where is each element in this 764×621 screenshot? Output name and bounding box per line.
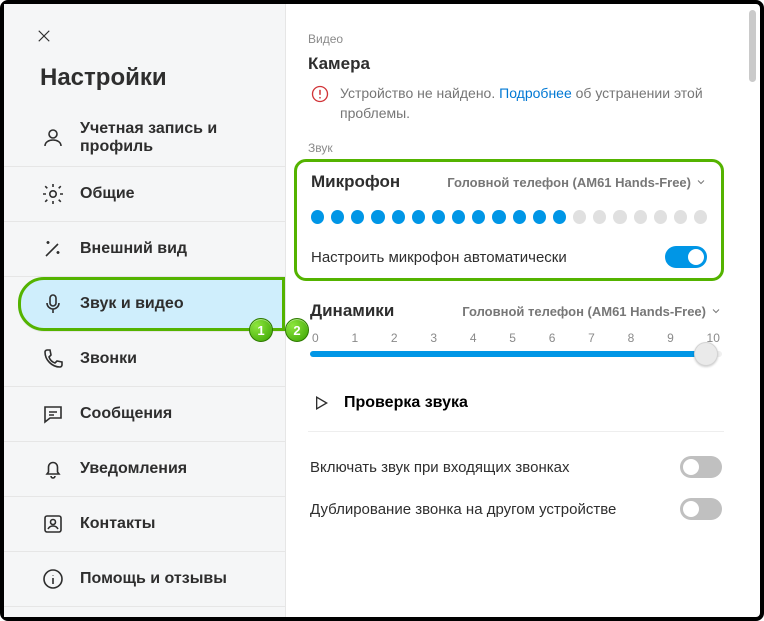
speakers-device-label: Головной телефон (AM61 Hands-Free) [462,304,706,319]
close-button[interactable] [30,22,58,50]
setting-incoming-toggle[interactable] [680,456,722,478]
mic-device-select[interactable]: Головной телефон (AM61 Hands-Free) [447,175,707,190]
close-icon [35,27,53,45]
phone-icon [40,346,66,372]
setting-duplicate-toggle[interactable] [680,498,722,520]
sidebar-item-general[interactable]: Общие [4,167,285,222]
mic-level-dot [492,210,505,224]
warning-icon [310,84,330,104]
video-section-label: Видео [308,32,724,46]
chat-icon [40,401,66,427]
scale-tick: 5 [509,331,516,345]
sidebar-item-label: Контакты [80,515,155,533]
sidebar-item-notifications[interactable]: Уведомления [4,442,285,497]
sidebar-item-label: Учетная запись и профиль [80,120,240,156]
scale-tick: 6 [549,331,556,345]
mic-level-dot [593,210,606,224]
learn-more-link[interactable]: Подробнее [499,85,572,101]
mic-level-dot [613,210,626,224]
sidebar: Настройки Учетная запись и профиль Общие… [4,4,286,617]
sound-test-label: Проверка звука [344,394,468,412]
setting-duplicate-label: Дублирование звонка на другом устройстве [310,501,616,518]
scale-tick: 4 [470,331,477,345]
chevron-down-icon [695,176,707,188]
microphone-panel: Микрофон Головной телефон (AM61 Hands-Fr… [294,159,724,281]
mic-level-dot [533,210,546,224]
slider-scale: 012345678910 [310,331,722,345]
mic-level-dot [654,210,667,224]
mic-auto-toggle[interactable] [665,246,707,268]
camera-heading: Камера [308,54,724,74]
sidebar-item-label: Сообщения [80,405,172,423]
scale-tick: 7 [588,331,595,345]
main-panel: Видео Камера Устройство не найдено. Подр… [286,4,760,617]
mic-heading: Микрофон [311,172,400,192]
mic-level-dot [432,210,445,224]
mic-level-dot [392,210,405,224]
mic-level-dot [311,210,324,224]
sidebar-item-label: Звонки [80,350,137,368]
speakers-heading: Динамики [310,301,394,321]
scale-tick: 1 [351,331,358,345]
warning-text-pre: Устройство не найдено. [340,85,499,101]
chevron-down-icon [710,305,722,317]
mic-level-dot [634,210,647,224]
speakers-volume-slider[interactable]: 012345678910 [310,331,722,357]
sidebar-item-label: Внешний вид [80,240,187,258]
user-icon [40,125,66,151]
sidebar-item-label: Общие [80,185,135,203]
mic-level-dot [371,210,384,224]
mic-level-dot [472,210,485,224]
sidebar-item-help[interactable]: Помощь и отзывы [4,552,285,607]
callout-badge-2: 2 [285,318,309,342]
mic-level-dot [553,210,566,224]
scale-tick: 3 [430,331,437,345]
sound-section-label: Звук [308,141,724,155]
mic-level-dot [513,210,526,224]
mic-device-label: Головной телефон (AM61 Hands-Free) [447,175,691,190]
sidebar-item-audio-video[interactable]: Звук и видео [18,277,285,332]
sidebar-item-contacts[interactable]: Контакты [4,497,285,552]
sidebar-item-calls[interactable]: Звонки [4,332,285,387]
mic-auto-label: Настроить микрофон автоматически [311,249,567,266]
mic-level-dot [351,210,364,224]
sound-test-button[interactable]: Проверка звука [308,375,724,432]
scale-tick: 2 [391,331,398,345]
play-icon [310,393,330,413]
mic-level-dot [331,210,344,224]
sidebar-item-label: Уведомления [80,460,187,478]
scale-tick: 0 [312,331,319,345]
mic-level-dot [412,210,425,224]
setting-incoming-label: Включать звук при входящих звонках [310,459,569,476]
contacts-icon [40,511,66,537]
slider-thumb[interactable] [694,342,718,366]
mic-level-dot [452,210,465,224]
info-icon [40,566,66,592]
scrollbar-thumb[interactable] [749,10,756,82]
sidebar-item-label: Звук и видео [80,295,184,313]
microphone-icon [40,291,66,317]
sidebar-item-messages[interactable]: Сообщения [4,387,285,442]
speakers-device-select[interactable]: Головной телефон (AM61 Hands-Free) [462,304,722,319]
sidebar-item-appearance[interactable]: Внешний вид [4,222,285,277]
mic-level-dot [573,210,586,224]
mic-level-dot [694,210,707,224]
sidebar-menu: Учетная запись и профиль Общие Внешний в… [4,110,285,607]
sidebar-item-account[interactable]: Учетная запись и профиль [4,110,285,167]
speakers-panel: Динамики Головной телефон (AM61 Hands-Fr… [308,301,724,357]
sidebar-title: Настройки [40,64,285,92]
mic-level-dot [674,210,687,224]
scale-tick: 9 [667,331,674,345]
callout-badge-1: 1 [249,318,273,342]
scale-tick: 8 [628,331,635,345]
camera-warning: Устройство не найдено. Подробнее об устр… [308,84,724,123]
mic-level-meter [311,210,707,224]
wand-icon [40,236,66,262]
gear-icon [40,181,66,207]
bell-icon [40,456,66,482]
sidebar-item-label: Помощь и отзывы [80,570,227,588]
slider-track [310,351,722,357]
